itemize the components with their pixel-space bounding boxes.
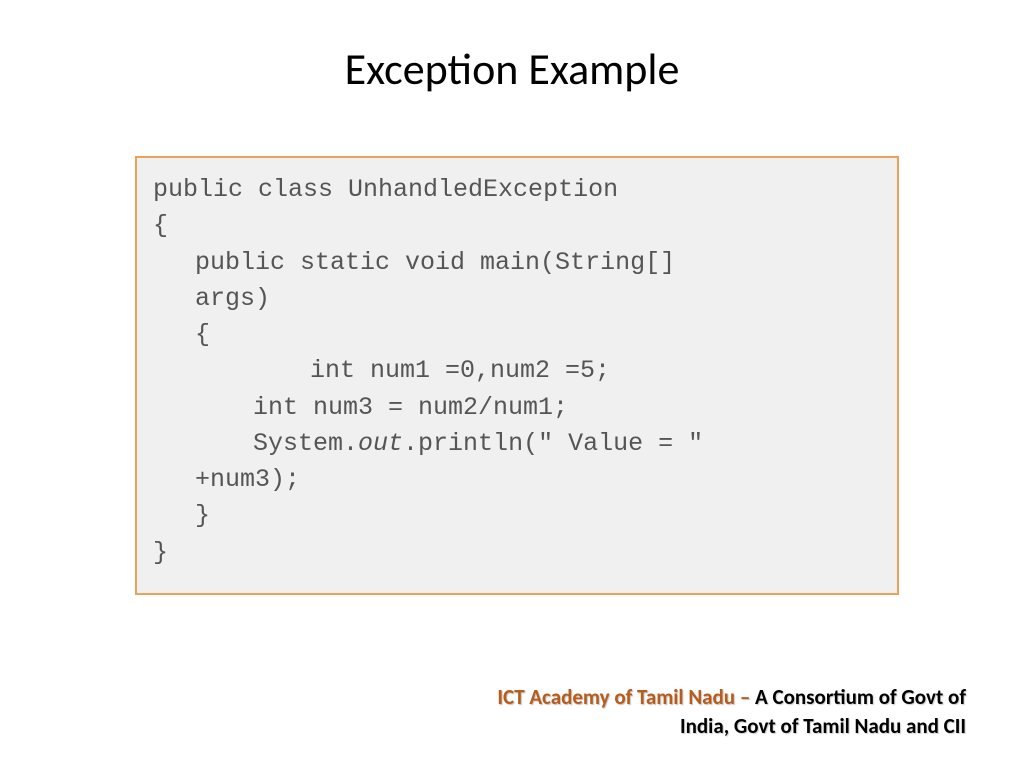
code-line: public static void main(String[]: [153, 245, 881, 281]
code-line: }: [153, 498, 881, 534]
code-line: }: [153, 535, 881, 571]
code-line: public class UnhandledException: [153, 172, 881, 208]
footer-line-2: India, Govt of Tamil Nadu and CII: [497, 712, 966, 740]
code-line: {: [153, 208, 881, 244]
code-line: int num3 = num2/num1;: [153, 390, 881, 426]
code-line: int num1 =0,num2 =5;: [153, 353, 881, 389]
code-line: +num3);: [153, 462, 881, 498]
code-line: args): [153, 281, 881, 317]
code-line: System.out.println(" Value = ": [153, 426, 881, 462]
slide-title: Exception Example: [0, 0, 1024, 126]
code-block: public class UnhandledException { public…: [135, 156, 899, 595]
footer-line-1: ICT Academy of Tamil Nadu – A Consortium…: [497, 683, 966, 711]
code-line: {: [153, 317, 881, 353]
slide-footer: ICT Academy of Tamil Nadu – A Consortium…: [497, 683, 966, 740]
